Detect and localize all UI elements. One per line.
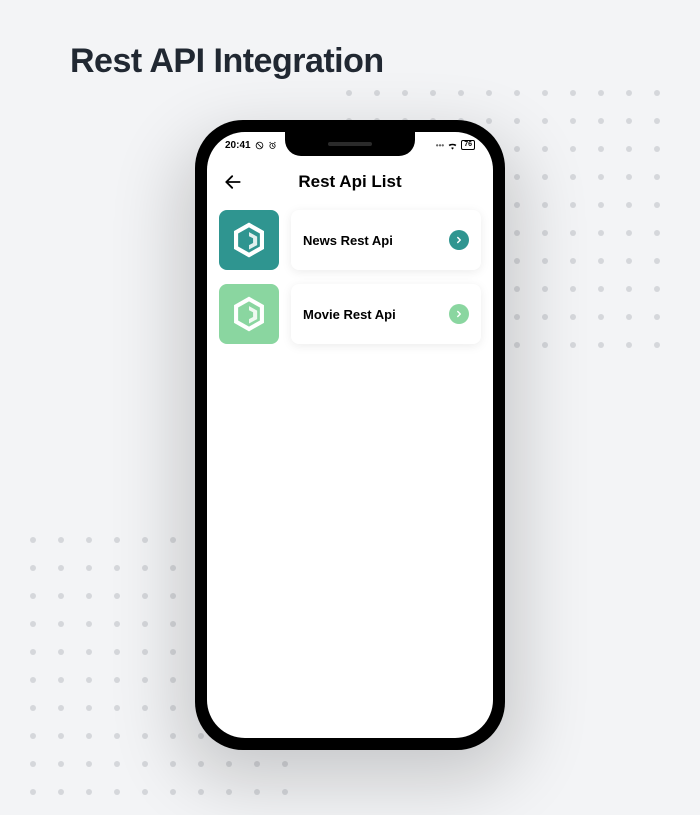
item-label: News Rest Api	[303, 233, 393, 248]
phone-frame: 20:41 ••• 76	[195, 120, 505, 750]
hexagon-logo-icon	[232, 295, 266, 333]
item-icon-tile	[219, 210, 279, 270]
list-item-news[interactable]: News Rest Api	[219, 210, 481, 270]
chevron-button[interactable]	[449, 230, 469, 250]
alarm-icon	[268, 141, 277, 150]
back-button[interactable]	[221, 170, 245, 194]
chevron-button[interactable]	[449, 304, 469, 324]
status-time: 20:41	[225, 140, 251, 151]
wifi-icon	[447, 141, 458, 150]
api-list: News Rest Api	[207, 206, 493, 344]
list-item-movie[interactable]: Movie Rest Api	[219, 284, 481, 344]
chevron-right-icon	[454, 235, 464, 245]
item-card: News Rest Api	[291, 210, 481, 270]
arrow-left-icon	[223, 172, 243, 192]
hexagon-logo-icon	[232, 221, 266, 259]
status-time-area: 20:41	[225, 140, 277, 151]
phone-speaker	[328, 142, 372, 146]
signal-icon: •••	[436, 141, 444, 150]
page-title: Rest API Integration	[70, 42, 384, 81]
chevron-right-icon	[454, 309, 464, 319]
phone-notch	[285, 132, 415, 156]
phone-screen: 20:41 ••• 76	[207, 132, 493, 738]
status-indicators: ••• 76	[436, 140, 475, 150]
screen-title: Rest Api List	[298, 172, 401, 192]
app-content: Rest Api List	[207, 132, 493, 344]
item-card: Movie Rest Api	[291, 284, 481, 344]
app-header: Rest Api List	[207, 164, 493, 206]
item-label: Movie Rest Api	[303, 307, 396, 322]
do-not-disturb-icon	[255, 141, 264, 150]
battery-indicator: 76	[461, 140, 475, 150]
item-icon-tile	[219, 284, 279, 344]
